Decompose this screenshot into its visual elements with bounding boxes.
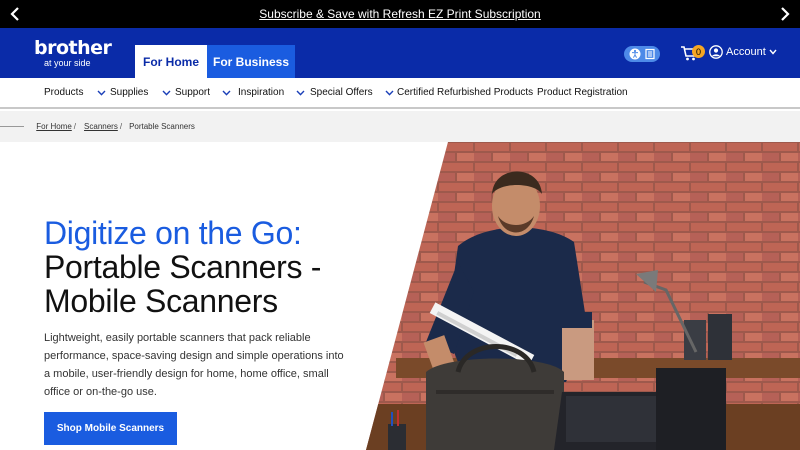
breadcrumb-link-scanners[interactable]: Scanners [84,122,118,131]
main-nav: Products Supplies Support Inspiration Sp… [0,78,800,109]
nav-label: Certified Refurbished Products [397,87,534,98]
chevron-down-icon [385,90,394,96]
screen-reader-icon [644,48,655,60]
hero-text: Digitize on the Go: Portable Scanners - … [44,216,374,401]
breadcrumb-link-for-home[interactable]: For Home [36,122,72,131]
nav-label: Products [44,87,84,98]
nav-item-product-registration[interactable]: Product Registration [537,78,628,107]
site-header: brother at your side For Home For Busine… [0,28,800,78]
logo-brand: brother [34,37,112,59]
nav-item-supplies[interactable]: Supplies [110,78,171,107]
chevron-down-icon [97,90,106,96]
chevron-down-icon [222,90,231,96]
shop-mobile-scanners-button[interactable]: Shop Mobile Scanners [44,412,177,445]
nav-label: Supplies [110,87,149,98]
brother-logo[interactable]: brother at your side [34,37,112,69]
chevron-right-icon[interactable] [776,5,794,23]
breadcrumb: For Home / Scanners / Portable Scanners [0,111,800,142]
promo-bar: Subscribe & Save with Refresh EZ Print S… [0,0,800,28]
nav-item-special-offers[interactable]: Special Offers [310,78,394,107]
cart-count-badge: 0 [692,45,705,58]
promo-link[interactable]: Subscribe & Save with Refresh EZ Print S… [259,7,540,21]
user-icon [709,45,723,59]
account-menu[interactable]: Account [709,45,777,59]
nav-item-certified-refurbished[interactable]: Certified Refurbished Products [397,78,533,107]
nav-label: Product Registration [537,87,628,98]
breadcrumb-rule [0,126,24,127]
hero-title-line3: Mobile Scanners [44,283,278,319]
tab-for-home[interactable]: For Home [135,45,207,78]
chevron-down-icon [162,90,171,96]
chevron-left-icon[interactable] [6,5,24,23]
hero-image [366,142,800,450]
nav-label: Support [175,87,211,98]
nav-item-products[interactable]: Products [44,78,106,107]
nav-item-inspiration[interactable]: Inspiration [238,78,305,107]
accessibility-toggle[interactable] [624,46,660,62]
tab-for-business[interactable]: For Business [207,45,295,78]
account-label: Account [726,46,766,58]
chevron-down-icon [769,49,777,55]
hero-title-line2: Portable Scanners - [44,249,322,285]
hero-section: Digitize on the Go: Portable Scanners - … [0,142,800,450]
chevron-down-icon [296,90,305,96]
nav-item-support[interactable]: Support [175,78,231,107]
nav-label: Special Offers [310,87,373,98]
nav-label: Inspiration [238,87,285,98]
hero-description: Lightweight, easily portable scanners th… [44,332,344,398]
breadcrumb-current: Portable Scanners [129,122,195,131]
accessibility-icon [629,48,640,60]
logo-tagline: at your side [44,58,91,68]
hero-title-accent: Digitize on the Go: [44,215,302,251]
